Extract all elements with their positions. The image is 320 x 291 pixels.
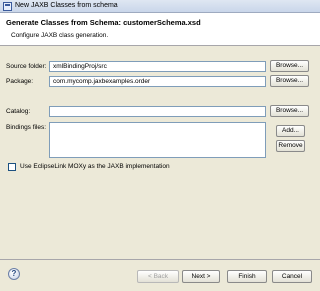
bindings-files-label: Bindings files: (6, 124, 47, 131)
wizard-header: Generate Classes from Schema: customerSc… (0, 13, 320, 46)
help-icon[interactable]: ? (8, 268, 20, 280)
catalog-label: Catalog: (6, 108, 31, 115)
window-title: New JAXB Classes from schema (15, 2, 118, 9)
page-description: Configure JAXB class generation. (11, 32, 109, 39)
remove-binding-button[interactable]: Remove (276, 140, 305, 152)
wizard-body: Source folder: xmlBindingProj/src Browse… (0, 47, 320, 256)
catalog-field[interactable] (49, 106, 266, 117)
moxy-checkbox[interactable] (8, 163, 16, 171)
package-browse-button[interactable]: Browse... (270, 75, 309, 87)
package-label: Package: (6, 78, 34, 85)
finish-button[interactable]: Finish (227, 270, 267, 283)
moxy-checkbox-label[interactable]: Use EclipseLink MOXy as the JAXB impleme… (20, 163, 170, 170)
source-folder-label: Source folder: (6, 63, 47, 70)
cancel-button[interactable]: Cancel (272, 270, 312, 283)
source-folder-browse-button[interactable]: Browse... (270, 60, 309, 72)
footer-separator (0, 259, 320, 260)
back-button[interactable]: < Back (137, 270, 179, 283)
package-field[interactable]: com.mycomp.jaxbexamples.order (49, 76, 266, 87)
eclipse-window-icon (3, 2, 12, 11)
window-titlebar: New JAXB Classes from schema (0, 0, 320, 13)
add-binding-button[interactable]: Add... (276, 125, 305, 137)
bindings-files-list[interactable] (49, 122, 266, 158)
next-button[interactable]: Next > (182, 270, 220, 283)
source-folder-field[interactable]: xmlBindingProj/src (49, 61, 266, 72)
catalog-browse-button[interactable]: Browse... (270, 105, 309, 117)
page-title: Generate Classes from Schema: customerSc… (6, 18, 201, 27)
